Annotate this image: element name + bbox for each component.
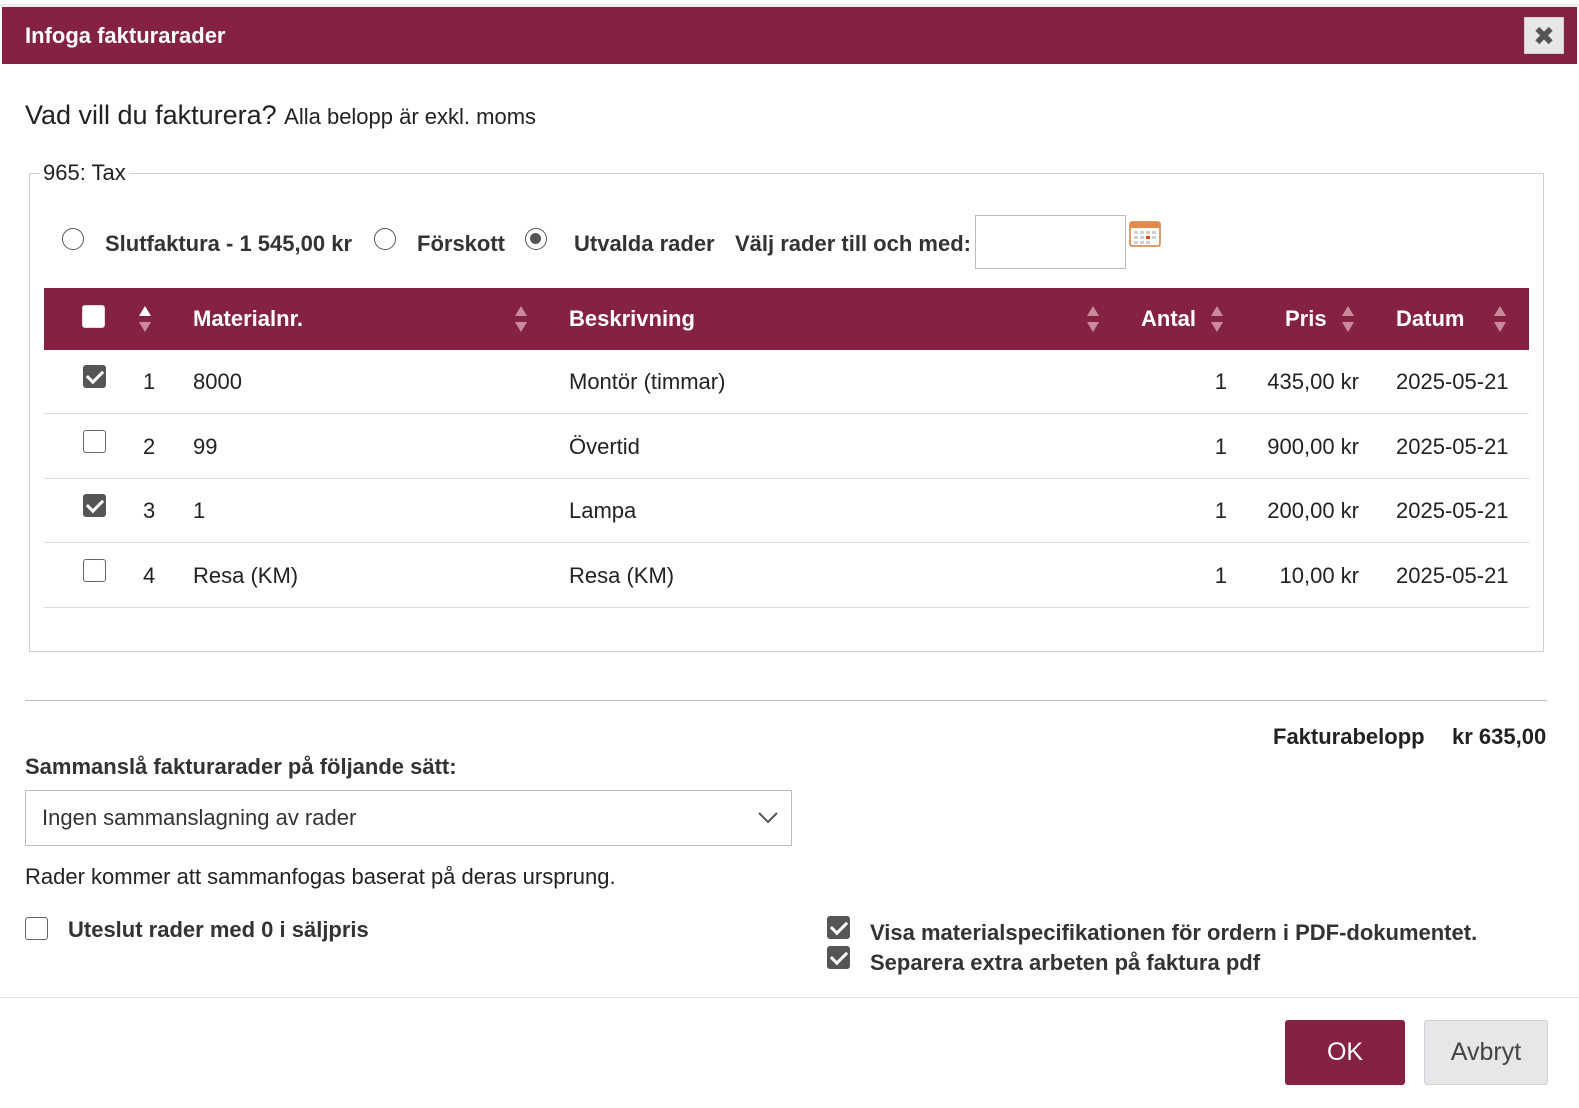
col-description[interactable]: Beskrivning <box>569 288 695 350</box>
radio-selected-rows[interactable] <box>525 228 547 250</box>
footer-divider <box>0 997 1579 998</box>
dialog-title: Infoga fakturarader <box>25 23 226 48</box>
row-material: 8000 <box>193 369 242 394</box>
radio-final-invoice[interactable] <box>62 228 84 250</box>
row-price: 900,00 kr <box>1267 434 1359 459</box>
col-qty[interactable]: Antal <box>1141 288 1196 350</box>
sort-description-icon[interactable] <box>1086 304 1100 334</box>
col-material[interactable]: Materialnr. <box>193 288 303 350</box>
sort-date-icon[interactable] <box>1493 304 1507 334</box>
row-description: Övertid <box>569 434 640 459</box>
row-qty: 1 <box>1214 563 1227 588</box>
sort-material-icon[interactable] <box>514 304 528 334</box>
table-row[interactable]: 1 8000 Montör (timmar) 1 435,00 kr 2025-… <box>44 350 1529 414</box>
row-checkbox[interactable] <box>83 365 106 388</box>
row-description: Lampa <box>569 498 637 523</box>
row-index: 1 <box>143 369 156 394</box>
heading-subtext: Alla belopp är exkl. moms <box>284 104 537 129</box>
exclude-zero-label[interactable]: Uteslut rader med 0 i säljpris <box>68 917 369 943</box>
dialog-heading: Vad vill du fakturera? Alla belopp är ex… <box>25 100 536 131</box>
row-qty: 1 <box>1214 498 1227 523</box>
col-date[interactable]: Datum <box>1396 288 1464 350</box>
order-legend: 965: Tax <box>43 160 126 185</box>
row-material: Resa (KM) <box>193 563 299 588</box>
row-material: 1 <box>193 498 206 523</box>
row-price: 10,00 kr <box>1279 563 1360 588</box>
row-checkbox[interactable] <box>83 494 106 517</box>
dialog-titlebar: Infoga fakturarader <box>2 7 1577 64</box>
sort-price-icon[interactable] <box>1341 304 1355 334</box>
divider <box>25 700 1547 701</box>
row-index: 2 <box>143 434 156 459</box>
row-price: 200,00 kr <box>1267 498 1359 523</box>
sort-index-icon[interactable] <box>138 304 152 334</box>
close-icon: ✖ <box>1533 20 1555 51</box>
merge-label: Sammanslå fakturarader på följande sätt: <box>25 754 457 779</box>
show-material-spec-checkbox[interactable] <box>827 916 850 939</box>
merge-select[interactable]: Ingen sammanslagning av rader <box>25 790 792 846</box>
radio-final-invoice-label[interactable]: Slutfaktura - 1 545,00 kr <box>105 231 352 257</box>
table-row[interactable]: 3 1 Lampa 1 200,00 kr 2025-05-21 <box>44 479 1529 543</box>
table-row[interactable]: 2 99 Övertid 1 900,00 kr 2025-05-21 <box>44 415 1529 479</box>
row-date: 2025-05-21 <box>1396 563 1509 588</box>
total-value: kr 635,00 <box>1452 724 1547 749</box>
select-all-checkbox[interactable] <box>82 305 105 328</box>
close-button[interactable]: ✖ <box>1524 17 1564 54</box>
row-description: Montör (timmar) <box>569 369 726 394</box>
exclude-zero-checkbox[interactable] <box>25 917 48 940</box>
row-date: 2025-05-21 <box>1396 369 1509 394</box>
row-checkbox[interactable] <box>83 559 106 582</box>
separate-extra-checkbox[interactable] <box>827 946 850 969</box>
heading-text: Vad vill du fakturera? <box>25 100 277 130</box>
merge-note: Rader kommer att sammanfogas baserat på … <box>25 864 616 889</box>
invoice-rows-dialog: Infoga fakturarader ✖ Vad vill du faktur… <box>0 0 1579 1108</box>
row-material: 99 <box>193 434 218 459</box>
row-price: 435,00 kr <box>1267 369 1359 394</box>
total-label: Fakturabelopp <box>1273 724 1425 749</box>
row-index: 4 <box>143 563 156 588</box>
date-label: Välj rader till och med: <box>735 231 971 256</box>
row-qty: 1 <box>1214 434 1227 459</box>
col-price[interactable]: Pris <box>1285 288 1327 350</box>
table-row[interactable]: 4 Resa (KM) Resa (KM) 1 10,00 kr 2025-05… <box>44 544 1529 608</box>
show-material-spec-label[interactable]: Visa materialspecifikationen för ordern … <box>870 920 1477 946</box>
row-checkbox[interactable] <box>83 430 106 453</box>
separate-extra-label[interactable]: Separera extra arbeten på faktura pdf <box>870 950 1260 976</box>
cancel-button[interactable]: Avbryt <box>1424 1020 1548 1085</box>
radio-selected-rows-label[interactable]: Utvalda rader <box>574 231 715 257</box>
radio-advance[interactable] <box>374 228 396 250</box>
table-header: Materialnr. Beskrivning Antal Pris Datum <box>44 288 1529 350</box>
calendar-icon[interactable] <box>1129 219 1161 247</box>
row-date: 2025-05-21 <box>1396 434 1509 459</box>
date-input[interactable] <box>975 215 1126 269</box>
row-date: 2025-05-21 <box>1396 498 1509 523</box>
row-index: 3 <box>143 498 156 523</box>
merge-select-value: Ingen sammanslagning av rader <box>42 805 357 830</box>
radio-advance-label[interactable]: Förskott <box>417 231 505 257</box>
row-qty: 1 <box>1214 369 1227 394</box>
sort-qty-icon[interactable] <box>1210 304 1224 334</box>
chevron-down-icon <box>758 812 778 824</box>
row-description: Resa (KM) <box>569 563 675 588</box>
ok-button[interactable]: OK <box>1285 1020 1405 1085</box>
